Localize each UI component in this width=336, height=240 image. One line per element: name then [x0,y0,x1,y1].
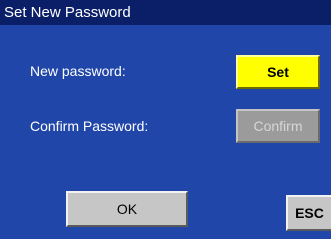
confirm-button[interactable]: Confirm [236,109,320,143]
esc-button[interactable]: ESC [286,195,331,231]
new-password-label: New password: [30,63,126,79]
set-button[interactable]: Set [236,55,320,89]
password-screen: Set New Password New password: Set Confi… [0,0,336,240]
dialog-panel: Set New Password New password: Set Confi… [0,0,331,239]
ok-button[interactable]: OK [66,191,188,227]
confirm-password-label: Confirm Password: [30,118,149,134]
dialog-title: Set New Password [0,0,331,25]
